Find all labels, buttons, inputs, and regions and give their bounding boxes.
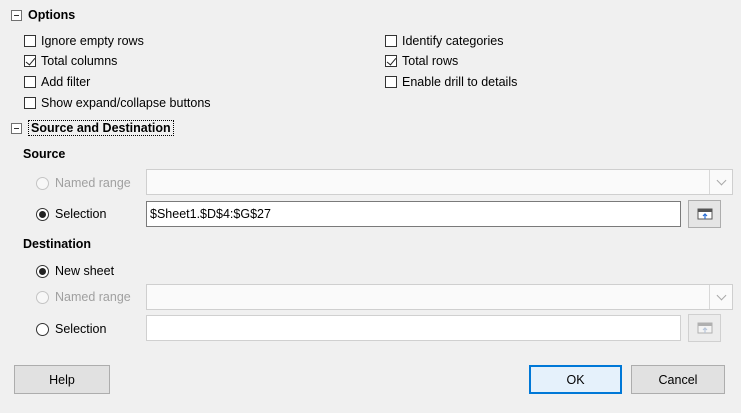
chevron-down-icon[interactable] (709, 285, 732, 309)
source-heading: Source (23, 147, 66, 161)
destination-new-sheet-radio[interactable]: New sheet (36, 262, 114, 280)
help-button[interactable]: Help (14, 365, 110, 394)
collapse-minus-icon[interactable] (11, 9, 22, 21)
destination-shrink-button[interactable] (688, 314, 721, 342)
source-named-range-combo[interactable] (146, 169, 733, 195)
shrink-dialog-icon (697, 208, 712, 220)
radio-label: Selection (55, 322, 107, 336)
checkbox-label: Identify categories (402, 34, 504, 48)
cancel-button[interactable]: Cancel (631, 365, 725, 394)
radio-label: Named range (55, 290, 131, 304)
radio-label: Selection (55, 207, 107, 221)
destination-named-range-radio[interactable]: Named range (36, 288, 131, 306)
checkbox-total-rows[interactable]: Total rows (385, 52, 458, 70)
checkbox-box[interactable] (385, 55, 397, 67)
source-destination-title: Source and Destination (28, 120, 174, 136)
destination-heading: Destination (23, 237, 92, 251)
checkbox-label: Enable drill to details (402, 75, 518, 89)
checkbox-ignore-empty-rows[interactable]: Ignore empty rows (24, 32, 144, 50)
checkbox-box[interactable] (24, 76, 36, 88)
radio-label: Named range (55, 176, 131, 190)
checkbox-label: Total columns (41, 54, 118, 68)
options-section-header[interactable]: Options (11, 6, 75, 24)
destination-selection-input[interactable] (146, 315, 681, 341)
ok-button[interactable]: OK (529, 365, 622, 394)
collapse-minus-icon[interactable] (11, 122, 22, 134)
source-shrink-button[interactable] (688, 200, 721, 228)
checkbox-show-expand-collapse[interactable]: Show expand/collapse buttons (24, 94, 211, 112)
checkbox-add-filter[interactable]: Add filter (24, 73, 90, 91)
source-selection-input[interactable]: $Sheet1.$D$4:$G$27 (146, 201, 681, 227)
radio-label: New sheet (55, 264, 115, 278)
radio-button[interactable] (36, 290, 49, 304)
source-selection-radio[interactable]: Selection (36, 205, 106, 223)
destination-selection-radio[interactable]: Selection (36, 320, 106, 338)
shrink-dialog-icon (697, 322, 712, 334)
checkbox-enable-drill[interactable]: Enable drill to details (385, 73, 517, 91)
checkbox-label: Add filter (41, 75, 91, 89)
checkbox-box[interactable] (24, 35, 36, 47)
radio-button[interactable] (36, 264, 49, 278)
radio-button[interactable] (36, 207, 49, 221)
source-selection-value: $Sheet1.$D$4:$G$27 (150, 207, 271, 221)
radio-button[interactable] (36, 176, 49, 190)
checkbox-total-columns[interactable]: Total columns (24, 52, 117, 70)
destination-named-range-combo[interactable] (146, 284, 733, 310)
checkbox-box[interactable] (385, 35, 397, 47)
checkbox-box[interactable] (24, 55, 36, 67)
checkbox-label: Ignore empty rows (41, 34, 144, 48)
checkbox-label: Show expand/collapse buttons (41, 96, 211, 110)
checkbox-box[interactable] (385, 76, 397, 88)
checkbox-label: Total rows (402, 54, 459, 68)
radio-button[interactable] (36, 322, 49, 336)
checkbox-identify-categories[interactable]: Identify categories (385, 32, 503, 50)
chevron-down-icon[interactable] (709, 170, 732, 194)
options-title: Options (28, 8, 76, 22)
checkbox-box[interactable] (24, 97, 36, 109)
source-destination-section-header[interactable]: Source and Destination (11, 119, 174, 137)
source-named-range-radio[interactable]: Named range (36, 174, 131, 192)
